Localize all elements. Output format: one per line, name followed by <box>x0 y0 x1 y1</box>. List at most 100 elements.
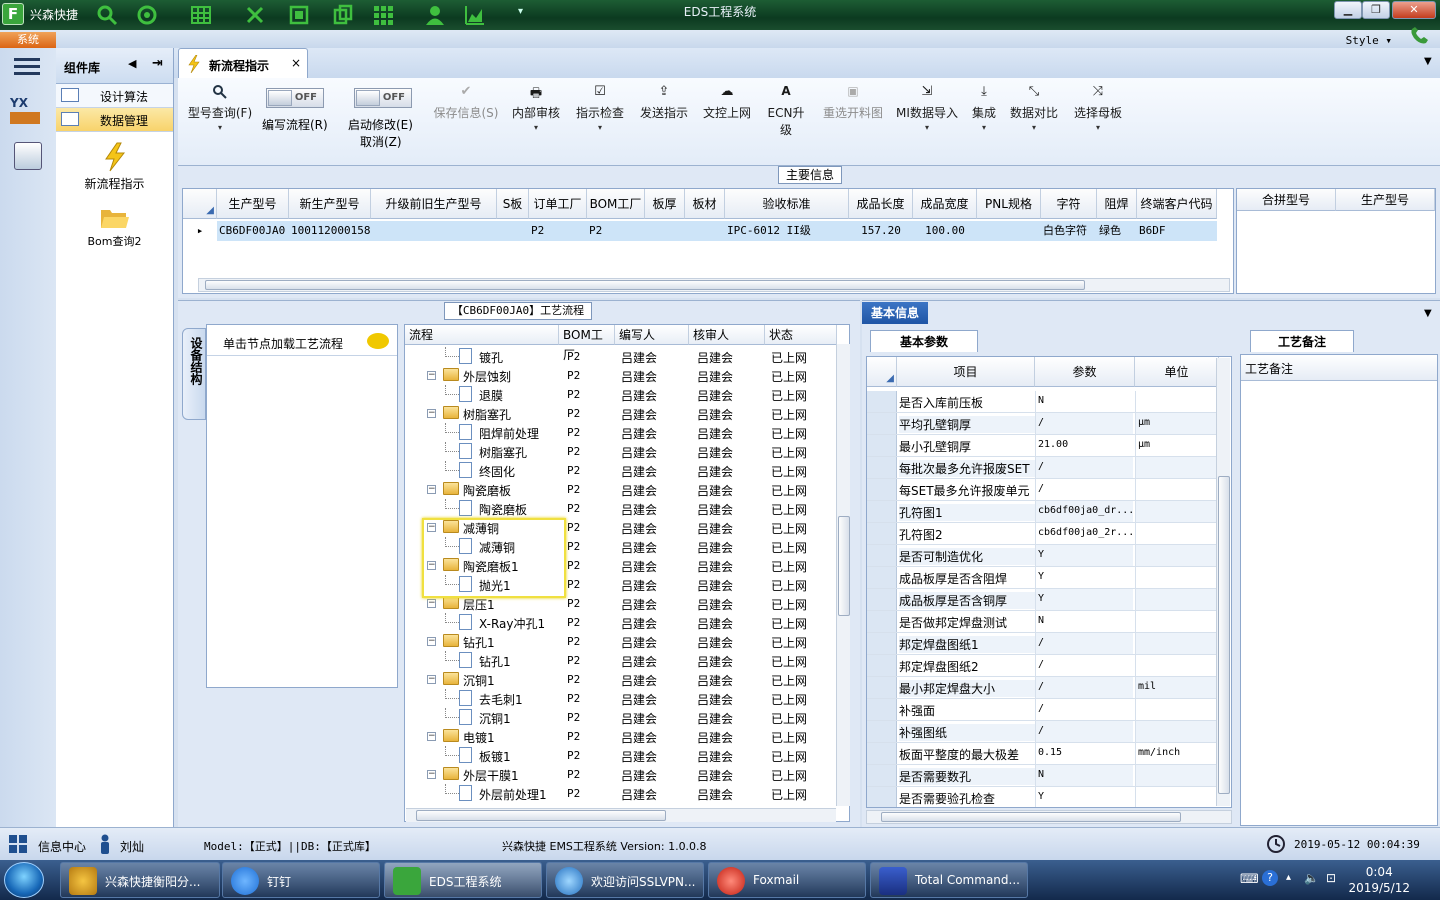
search-icon[interactable] <box>96 4 118 26</box>
main-grid-cell[interactable] <box>977 221 1041 241</box>
write-process-toggle[interactable]: OFF <box>266 88 324 108</box>
process-tree-row[interactable]: − 外层蚀刻 P2 吕建会 吕建会 已上网 <box>405 366 835 385</box>
process-tree-row[interactable]: − 钻孔1 P2 吕建会 吕建会 已上网 <box>405 632 835 651</box>
main-column-header[interactable]: 成品长度 <box>849 189 913 219</box>
tab-basic-params[interactable]: 基本参数 <box>870 330 978 352</box>
start-modify-toggle[interactable]: OFF <box>354 88 412 108</box>
bom-factory-column-header[interactable]: BOM工厂 <box>559 325 615 362</box>
phone-icon[interactable] <box>1408 26 1432 46</box>
main-column-header[interactable]: 字符 <box>1041 189 1097 219</box>
system-tab[interactable]: 系统 <box>0 32 56 48</box>
collapse-toggle-icon[interactable]: − <box>427 732 436 741</box>
model-query-button[interactable]: 型号查询(F) ▾ <box>184 84 256 132</box>
process-tree-row[interactable]: 陶瓷磨板 P2 吕建会 吕建会 已上网 <box>405 499 835 518</box>
param-row[interactable]: 是否需要数孔 N <box>867 765 1217 787</box>
process-tree-row[interactable]: 退膜 P2 吕建会 吕建会 已上网 <box>405 385 835 404</box>
reselect-image-button[interactable]: ▣ 重选开料图 <box>820 84 886 121</box>
process-tree-row[interactable]: − 陶瓷磨板 P2 吕建会 吕建会 已上网 <box>405 480 835 499</box>
process-tree-row[interactable]: 阻焊前处理 P2 吕建会 吕建会 已上网 <box>405 423 835 442</box>
param-value[interactable]: / <box>1035 677 1133 698</box>
tab-new-process-instruction[interactable]: 新流程指示 × <box>178 48 308 78</box>
help-icon[interactable]: ? <box>1262 870 1278 886</box>
tab-close-icon[interactable]: × <box>291 56 301 70</box>
info-center-link[interactable]: 信息中心 <box>38 838 86 855</box>
main-grid-cell[interactable] <box>371 221 497 241</box>
params-vertical-scrollbar[interactable] <box>1216 358 1230 806</box>
main-column-header[interactable]: BOM工厂 <box>587 189 645 219</box>
process-tree-row[interactable]: 板镀1 P2 吕建会 吕建会 已上网 <box>405 746 835 765</box>
process-tree-row[interactable]: 去毛刺1 P2 吕建会 吕建会 已上网 <box>405 689 835 708</box>
maximize-button[interactable]: ❐ <box>1362 1 1390 19</box>
process-tree-horizontal-scrollbar[interactable] <box>406 808 836 822</box>
collapse-toggle-icon[interactable]: − <box>427 371 436 380</box>
scroll-thumb[interactable] <box>838 516 850 616</box>
param-value[interactable]: Y <box>1035 589 1133 610</box>
main-grid-cell[interactable]: 绿色 <box>1097 221 1137 241</box>
param-row[interactable]: 是否做邦定焊盘测试 N <box>867 611 1217 633</box>
scroll-thumb[interactable] <box>1218 476 1230 794</box>
writer-column-header[interactable]: 编写人 <box>615 325 689 345</box>
param-row[interactable]: 孔符图1 cb6df00ja0_dr... <box>867 501 1217 523</box>
param-value[interactable]: N <box>1035 391 1133 412</box>
calculator-icon[interactable] <box>14 142 42 170</box>
panel-dropdown-icon[interactable]: ▼ <box>1424 308 1432 319</box>
param-value[interactable]: / <box>1035 633 1133 654</box>
doc-online-button[interactable]: ☁ 文控上网 <box>700 84 754 121</box>
param-value[interactable]: / <box>1035 457 1133 478</box>
param-row[interactable]: 补强面 / <box>867 699 1217 721</box>
param-value[interactable]: Y <box>1035 567 1133 588</box>
main-grid-cell[interactable]: P2 <box>587 221 645 241</box>
process-tree-row[interactable]: − 沉铜1 P2 吕建会 吕建会 已上网 <box>405 670 835 689</box>
main-column-header[interactable]: 订单工厂 <box>529 189 587 219</box>
instruction-check-button[interactable]: ☑ 指示检查 ▾ <box>574 84 626 132</box>
main-grid-cell[interactable]: 157.20 <box>849 221 913 241</box>
param-column-header[interactable]: 参数 <box>1035 357 1135 387</box>
process-tree-row[interactable]: 镀孔 P2 吕建会 吕建会 已上网 <box>405 347 835 366</box>
param-value[interactable]: cb6df00ja0_2r... <box>1035 523 1133 544</box>
taskbar-clock[interactable]: 0:04 2019/5/12 <box>1348 864 1410 896</box>
user-icon[interactable] <box>424 4 446 26</box>
param-row[interactable]: 是否需要验孔检查 Y <box>867 787 1217 807</box>
taskbar-item-dingtalk[interactable]: 钉钉 <box>222 862 380 898</box>
main-grid-cell[interactable]: B6DF <box>1137 221 1217 241</box>
collapse-toggle-icon[interactable]: − <box>427 409 436 418</box>
tab-list-dropdown-icon[interactable]: ▼ <box>1424 56 1432 67</box>
process-tree-row[interactable]: 钻孔1 P2 吕建会 吕建会 已上网 <box>405 651 835 670</box>
collapse-toggle-icon[interactable]: − <box>427 599 436 608</box>
style-dropdown[interactable]: Style ▾ <box>1346 34 1392 47</box>
param-value[interactable]: N <box>1035 611 1133 632</box>
ecn-upgrade-button[interactable]: A ECN升级 <box>762 84 810 138</box>
collapse-toggle-icon[interactable]: − <box>427 637 436 646</box>
param-row[interactable]: 邦定焊盘图纸2 / <box>867 655 1217 677</box>
reviewer-column-header[interactable]: 核审人 <box>689 325 765 345</box>
param-row[interactable]: 孔符图2 cb6df00ja0_2r... <box>867 523 1217 545</box>
param-value[interactable]: 0.15 <box>1035 743 1133 764</box>
main-grid-cell[interactable]: 100.00 <box>913 221 977 241</box>
yx-factory-icon[interactable]: YX <box>10 96 44 128</box>
params-horizontal-scrollbar[interactable] <box>866 810 1232 824</box>
param-row[interactable]: 成品板厚是否含铜厚 Y <box>867 589 1217 611</box>
param-value[interactable]: / <box>1035 655 1133 676</box>
main-grid-cell[interactable]: CB6DF00JA0 <box>217 221 289 241</box>
process-tree-row[interactable]: − 电镀1 P2 吕建会 吕建会 已上网 <box>405 727 835 746</box>
equipment-structure-side-tab[interactable]: 设备结构 <box>182 328 206 420</box>
param-row[interactable]: 平均孔壁铜厚 / μm <box>867 413 1217 435</box>
main-column-header[interactable]: PNL规格 <box>977 189 1041 219</box>
param-value[interactable]: Y <box>1035 545 1133 566</box>
process-tree-row[interactable]: 外层前处理1 P2 吕建会 吕建会 已上网 <box>405 784 835 803</box>
main-grid-cell[interactable]: IPC-6012 II级 <box>725 221 849 241</box>
production-model-column-header[interactable]: 生产型号 <box>1336 189 1435 211</box>
pin-icon[interactable]: ⇥ <box>152 56 163 71</box>
film-icon[interactable] <box>288 4 310 26</box>
param-value[interactable]: N <box>1035 765 1133 786</box>
param-row[interactable]: 板面平整度的最大极差 0.15 mm/inch <box>867 743 1217 765</box>
param-row[interactable]: 最小邦定焊盘大小 / mil <box>867 677 1217 699</box>
main-grid-cell[interactable] <box>645 221 685 241</box>
param-value[interactable]: Y <box>1035 787 1133 807</box>
chart-icon[interactable] <box>464 4 486 26</box>
collapse-toggle-icon[interactable]: − <box>427 675 436 684</box>
nav-item-design-algorithm[interactable]: 设计算法 <box>56 84 173 108</box>
main-column-header[interactable]: 验收标准 <box>725 189 849 219</box>
status-column-header[interactable]: 状态 <box>765 325 837 345</box>
param-row[interactable]: 补强图纸 / <box>867 721 1217 743</box>
